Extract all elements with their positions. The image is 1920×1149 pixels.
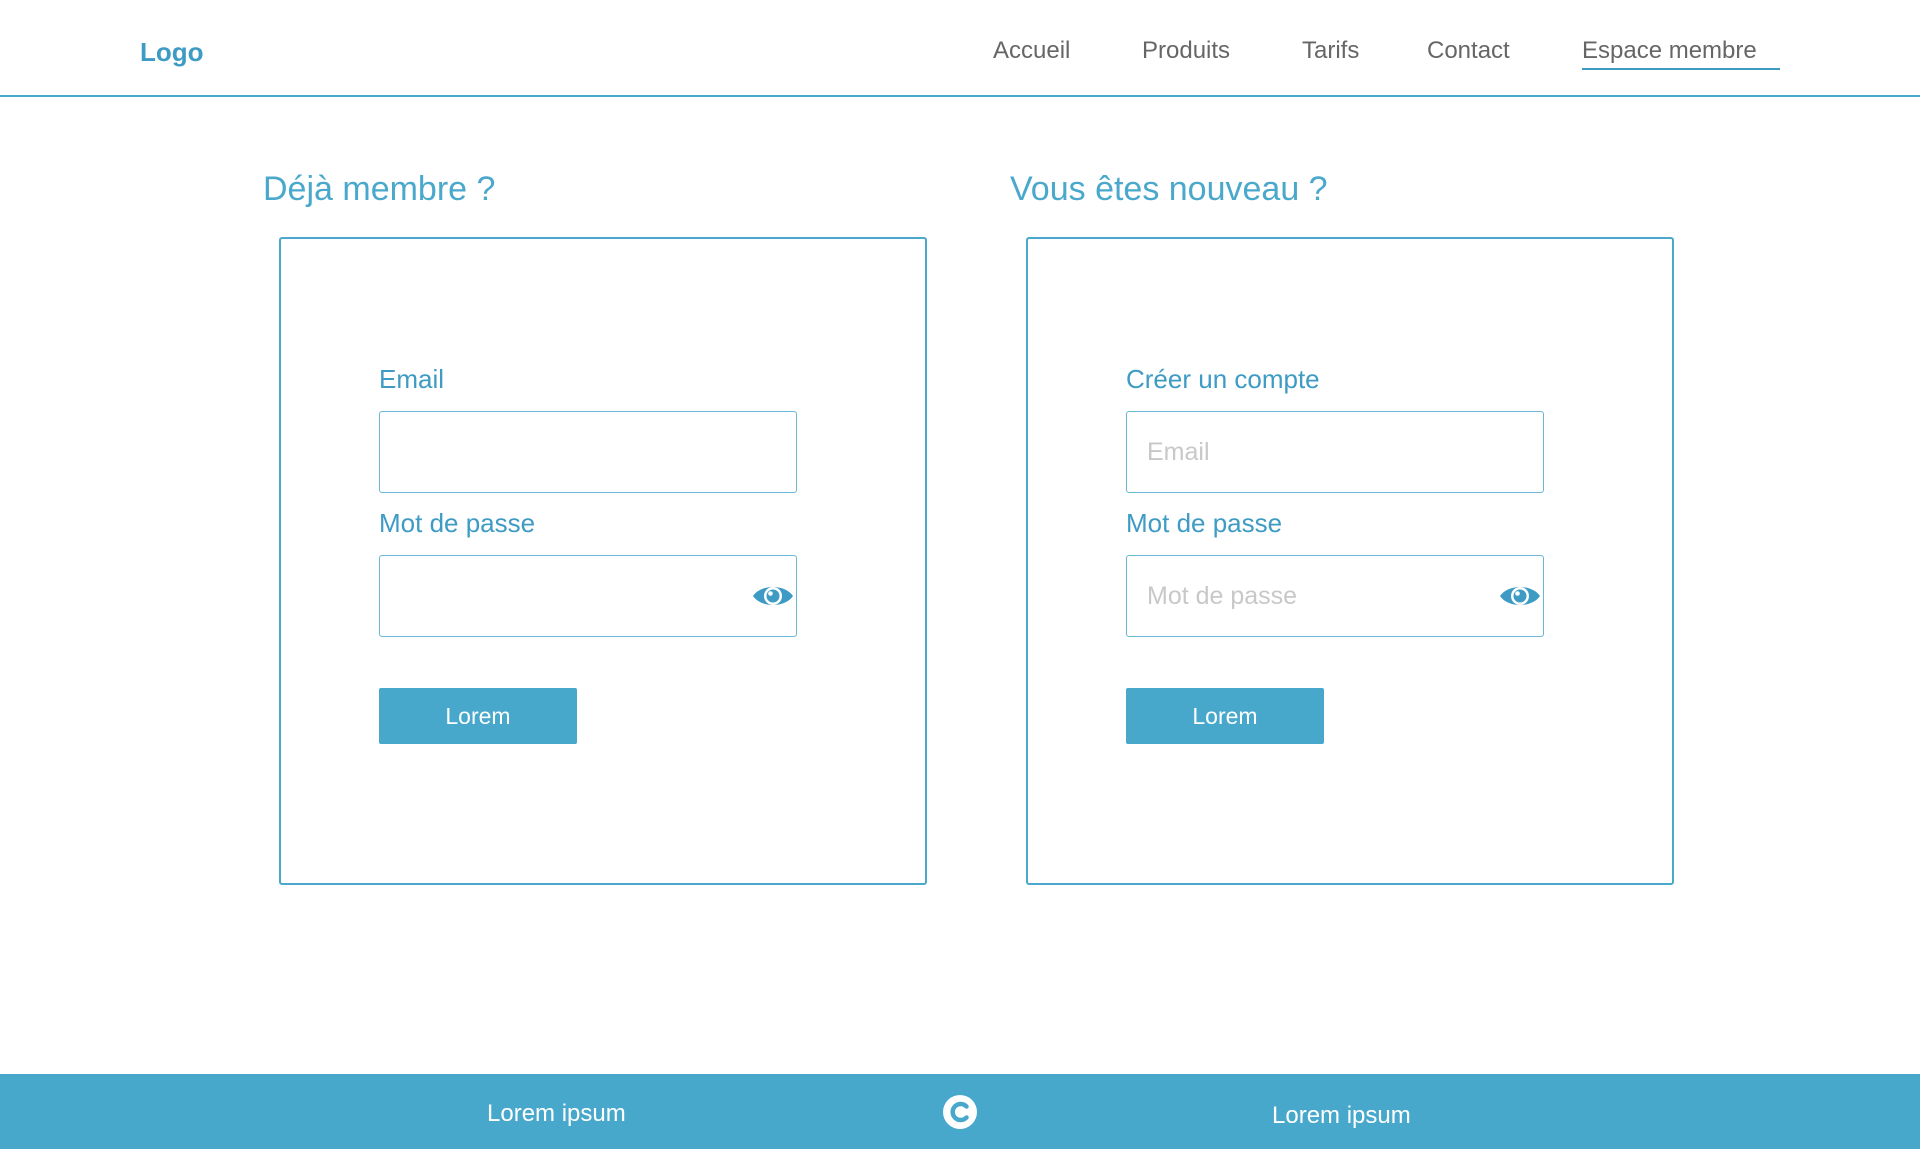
footer-right-text: Lorem ipsum xyxy=(1272,1102,1411,1129)
login-password-input[interactable] xyxy=(379,555,797,637)
login-password-label: Mot de passe xyxy=(379,508,536,538)
login-title: Déjà membre ? xyxy=(263,170,496,208)
signup-card: Créer un compte Mot de passe Lorem xyxy=(1026,237,1674,885)
login-card: Email Mot de passe Lorem xyxy=(279,237,927,885)
nav-accueil[interactable]: Accueil xyxy=(993,37,1070,65)
login-submit-button[interactable]: Lorem xyxy=(379,688,577,744)
footer: Lorem ipsum Lorem ipsum xyxy=(0,1074,1920,1149)
signup-password-input[interactable] xyxy=(1126,555,1544,637)
show-password-icon[interactable] xyxy=(1498,580,1542,612)
logo[interactable]: Logo xyxy=(140,37,204,68)
nav-contact[interactable]: Contact xyxy=(1427,37,1510,65)
login-email-input[interactable] xyxy=(379,411,797,493)
nav-espace-membre[interactable]: Espace membre xyxy=(1582,37,1757,65)
signup-email-label: Créer un compte xyxy=(1126,364,1320,394)
signup-title: Vous êtes nouveau ? xyxy=(1010,170,1328,208)
show-password-icon[interactable] xyxy=(751,580,795,612)
signup-submit-button[interactable]: Lorem xyxy=(1126,688,1324,744)
footer-left-text: Lorem ipsum xyxy=(487,1100,626,1127)
signup-password-label: Mot de passe xyxy=(1126,508,1283,538)
copyright-icon xyxy=(943,1095,977,1129)
signup-email-input[interactable] xyxy=(1126,411,1544,493)
nav-produits[interactable]: Produits xyxy=(1142,37,1230,65)
login-email-label: Email xyxy=(379,364,445,394)
nav-tarifs[interactable]: Tarifs xyxy=(1302,37,1359,65)
header: Logo Accueil Produits Tarifs Contact Esp… xyxy=(0,0,1920,97)
active-nav-indicator xyxy=(1582,68,1780,70)
